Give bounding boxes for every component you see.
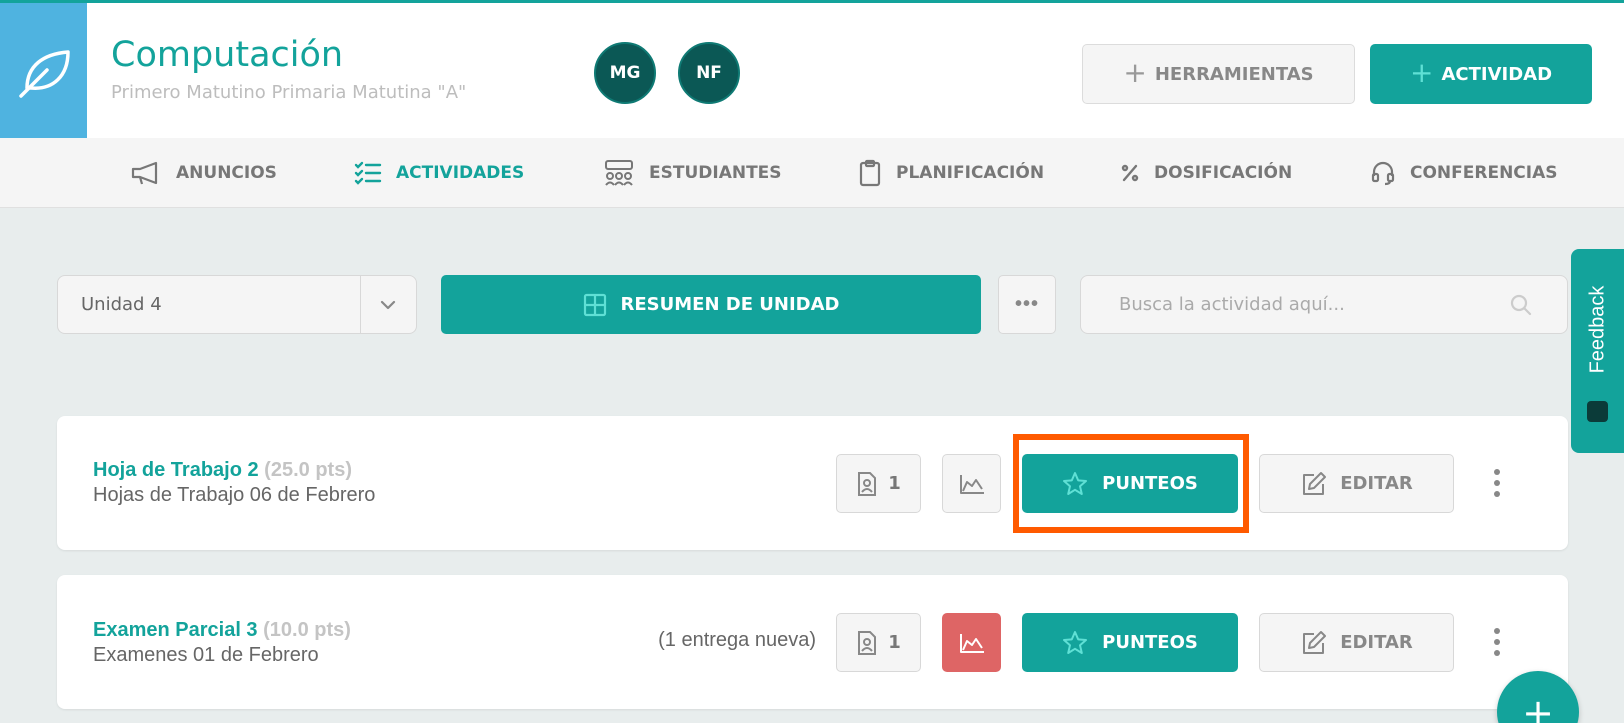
checklist-icon (354, 161, 382, 185)
activity-name-link[interactable]: Examen Parcial 3 (93, 619, 258, 641)
tab-label: PLANIFICACIÓN (896, 163, 1045, 183)
activity-title: Hoja de Trabajo 2 (25.0 pts) (93, 459, 352, 482)
unit-summary-label: RESUMEN DE UNIDAD (620, 294, 840, 315)
activity-name-link[interactable]: Hoja de Trabajo 2 (93, 459, 259, 481)
edit-icon (1303, 630, 1327, 654)
search-box (1080, 275, 1568, 334)
edit-button[interactable]: EDITAR (1259, 454, 1454, 513)
submissions-button[interactable]: 1 (836, 454, 921, 513)
unit-select-value: Unidad 4 (81, 294, 162, 315)
logo[interactable] (0, 3, 87, 138)
tab-label: ACTIVIDADES (396, 163, 525, 183)
new-submissions-label: (1 entrega nueva) (658, 629, 816, 651)
submissions-button[interactable]: 1 (836, 613, 921, 672)
edit-button[interactable]: EDITAR (1259, 613, 1454, 672)
tab-label: ANUNCIOS (176, 163, 277, 183)
course-header: Computación Primero Matutino Primaria Ma… (0, 0, 1624, 138)
tab-label: DOSIFICACIÓN (1154, 163, 1293, 183)
tab-actividades[interactable]: ACTIVIDADES (354, 138, 524, 208)
edit-button-label: EDITAR (1340, 632, 1413, 653)
kebab-menu-icon[interactable] (1487, 461, 1507, 505)
tools-button[interactable]: + HERRAMIENTAS (1082, 44, 1355, 104)
activity-subtitle: Examenes 01 de Febrero (93, 644, 319, 666)
activity-card: Examen Parcial 3 (10.0 pts) Examenes 01 … (57, 575, 1568, 709)
megaphone-icon (131, 161, 158, 185)
main-nav: ANUNCIOS ACTIVIDADES ESTUDIANTES PLANIFI… (0, 138, 1624, 208)
stats-button[interactable] (942, 454, 1001, 513)
grades-button[interactable]: PUNTEOS (1022, 613, 1238, 672)
course-subtitle: Primero Matutino Primaria Matutina "A" (111, 82, 467, 103)
grid-icon (583, 293, 606, 316)
page-title: Computación (111, 35, 344, 75)
edit-button-label: EDITAR (1340, 473, 1413, 494)
document-user-icon (858, 471, 877, 496)
percent-icon (1121, 164, 1139, 182)
plus-icon: + (1409, 55, 1434, 89)
unit-select[interactable]: Unidad 4 (57, 275, 417, 334)
stats-button[interactable] (942, 613, 1001, 672)
tab-label: CONFERENCIAS (1410, 163, 1558, 183)
headset-icon (1371, 161, 1395, 186)
students-icon (605, 160, 633, 186)
feedback-tab[interactable]: Feedback (1571, 249, 1624, 453)
add-activity-button[interactable]: + ACTIVIDAD (1370, 44, 1592, 104)
feedback-label: Feedback (1586, 285, 1608, 373)
area-chart-icon (959, 474, 984, 494)
activity-subtitle: Hojas de Trabajo 06 de Febrero (93, 484, 376, 506)
highlight-box (1013, 434, 1249, 533)
star-icon (1063, 630, 1088, 654)
kebab-menu-icon[interactable] (1487, 620, 1507, 664)
more-options-button[interactable]: ••• (998, 275, 1056, 334)
unit-summary-button[interactable]: RESUMEN DE UNIDAD (441, 275, 981, 334)
search-icon[interactable] (1509, 293, 1533, 317)
tab-conferencias[interactable]: CONFERENCIAS (1370, 138, 1558, 208)
tab-anuncios[interactable]: ANUNCIOS (130, 138, 277, 208)
tab-dosificacion[interactable]: DOSIFICACIÓN (1120, 138, 1292, 208)
feedback-icon (1587, 401, 1608, 422)
activity-points: (10.0 pts) (263, 619, 351, 641)
document-user-icon (858, 630, 877, 655)
edit-icon (1303, 471, 1327, 495)
avatar[interactable]: NF (678, 42, 740, 104)
submission-count: 1 (888, 632, 901, 653)
leaf-icon (18, 49, 70, 98)
area-chart-icon (959, 633, 984, 653)
plus-icon: + (1123, 55, 1147, 89)
submission-count: 1 (888, 473, 901, 494)
tab-estudiantes[interactable]: ESTUDIANTES (603, 138, 782, 208)
tab-label: ESTUDIANTES (649, 163, 782, 183)
grades-button-label: PUNTEOS (1102, 632, 1198, 653)
activity-points: (25.0 pts) (264, 459, 352, 481)
activity-card: Hoja de Trabajo 2 (25.0 pts) Hojas de Tr… (57, 416, 1568, 550)
search-input[interactable] (1081, 276, 1501, 333)
avatar[interactable]: MG (594, 42, 656, 104)
tab-planificacion[interactable]: PLANIFICACIÓN (858, 138, 1044, 208)
tools-button-label: HERRAMIENTAS (1154, 63, 1314, 85)
clipboard-icon (859, 159, 881, 187)
activity-title: Examen Parcial 3 (10.0 pts) (93, 619, 351, 642)
chevron-down-icon[interactable] (360, 276, 416, 333)
add-activity-label: ACTIVIDAD (1441, 63, 1553, 85)
